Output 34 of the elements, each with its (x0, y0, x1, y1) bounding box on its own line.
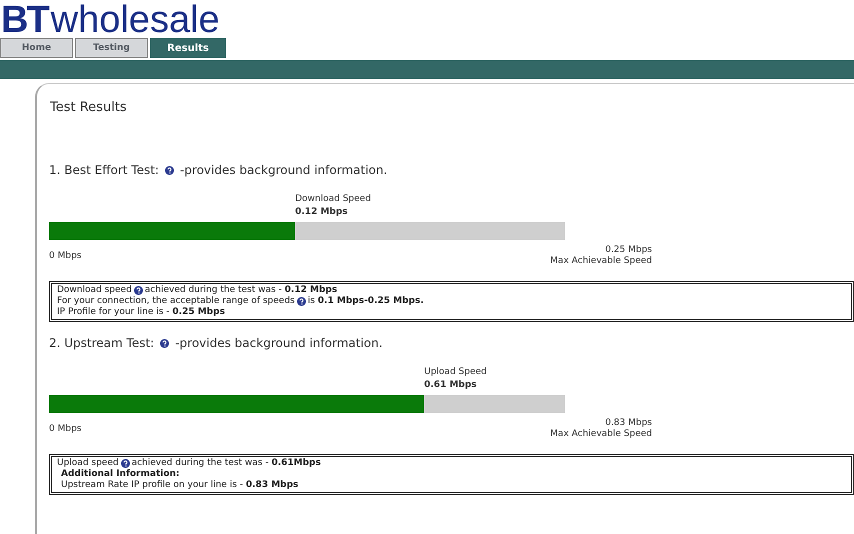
help-icon[interactable] (160, 338, 170, 348)
help-note: -provides background information. (180, 163, 388, 177)
info-text: achieved during the test was - 0.12 Mbps (144, 285, 338, 296)
test-heading: 1. Best Effort Test: (49, 163, 159, 177)
speed-value: 0.61 Mbps (424, 379, 478, 392)
min-speed: 0 Mbps (49, 251, 82, 263)
help-icon[interactable] (296, 297, 306, 306)
speed-label: Upload Speed (424, 366, 488, 379)
info-text: Download speed (57, 285, 132, 296)
min-speed: 0 Mbps (49, 424, 82, 436)
info-text: Upload speed (57, 458, 119, 469)
max-speed: 0.83 Mbps (604, 418, 652, 429)
nav-tab[interactable]: Results (150, 38, 226, 58)
help-icon[interactable] (134, 286, 143, 295)
speed-value: 0.12 Mbps (295, 206, 349, 219)
info-text: is 0.1 Mbps-0.25 Mbps. (308, 296, 424, 307)
help-icon[interactable] (164, 166, 174, 174)
max-label: Max Achievable Speed (550, 429, 652, 440)
help-icon[interactable] (120, 459, 130, 468)
max-speed: 0.25 Mbps (604, 245, 652, 256)
help-note: -provides background information. (175, 336, 383, 350)
info-text: Additional Information: (61, 469, 180, 480)
test-heading: 2. Upstream Test: (49, 336, 154, 350)
logo-mark: BT (1, 1, 48, 39)
nav-tab[interactable]: Home (0, 38, 73, 58)
logo-text: wholesale (50, 1, 220, 39)
info-text: achieved during the test was - 0.61Mbps (132, 458, 321, 469)
page-title: Test Results (50, 100, 128, 115)
speed-label: Download Speed (295, 193, 372, 206)
info-text: Upstream Rate IP profile on your line is - 0.83 Mbps (61, 480, 298, 491)
info-text: IP Profile for your line is - 0.25 Mbps (57, 307, 225, 318)
nav-tab[interactable]: Testing (75, 38, 148, 58)
max-label: Max Achievable Speed (550, 256, 652, 267)
info-text: For your connection, the acceptable range of speeds (57, 296, 295, 307)
